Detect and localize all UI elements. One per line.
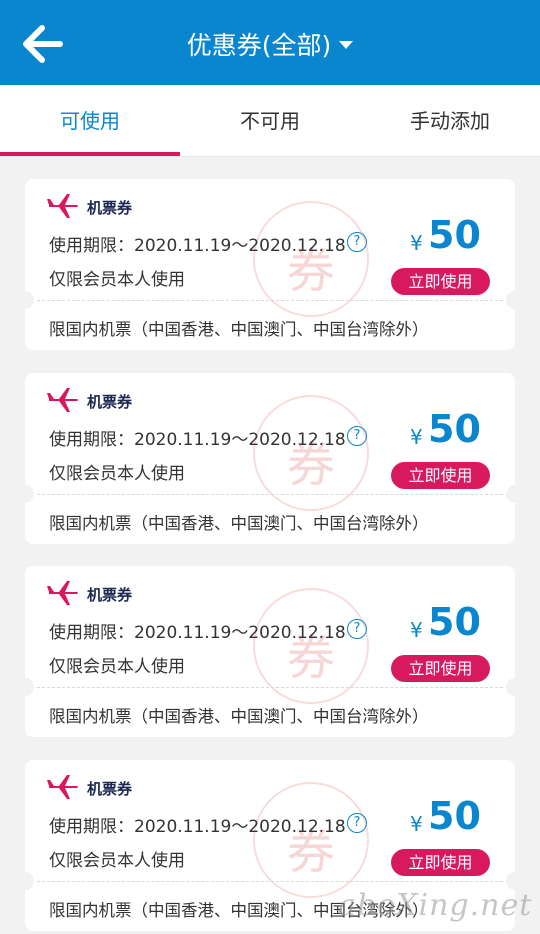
usage-restriction: 仅限会员本人使用 (49, 657, 185, 677)
usage-restriction: 仅限会员本人使用 (49, 270, 185, 290)
ticket-notch (25, 678, 34, 696)
tab-manual-add[interactable]: 手动添加 (360, 85, 540, 157)
coupon-scope: 限国内机票（中国香港、中国澳门、中国台湾除外） (49, 320, 429, 339)
page-title-dropdown[interactable]: 优惠券(全部) (0, 26, 540, 62)
tab-bar: 可使用 不可用 手动添加 (0, 85, 540, 157)
ticket-notch (25, 485, 34, 503)
use-now-button[interactable]: 立即使用 (391, 268, 490, 295)
usage-restriction: 仅限会员本人使用 (49, 464, 185, 484)
validity-period: 使用期限：2020.11.19～2020.12.18 (49, 817, 346, 837)
app-bar: 优惠券(全部) (0, 0, 540, 85)
amount-value: 50 (428, 794, 481, 838)
help-icon[interactable]: ? (347, 619, 367, 639)
validity-period: 使用期限：2020.11.19～2020.12.18 (49, 236, 346, 256)
use-now-button[interactable]: 立即使用 (391, 655, 490, 682)
use-now-button[interactable]: 立即使用 (391, 849, 490, 876)
airplane-icon (47, 581, 78, 605)
coupon-card: 券 机票券 使用期限：2020.11.19～2020.12.18 ? 仅限会员本… (25, 179, 515, 350)
tab-available[interactable]: 可使用 (0, 85, 180, 157)
validity-period: 使用期限：2020.11.19～2020.12.18 (49, 430, 346, 450)
divider (37, 300, 503, 301)
divider (37, 494, 503, 495)
ticket-notch (506, 485, 515, 503)
coupon-type: 机票券 (87, 586, 133, 604)
currency-symbol: ¥ (410, 231, 423, 255)
ticket-notch (506, 678, 515, 696)
ticket-notch (25, 872, 34, 890)
coupon-amount: ¥ 50 (410, 600, 500, 646)
coupon-card: 券 机票券 使用期限：2020.11.19～2020.12.18 ? 仅限会员本… (25, 373, 515, 544)
help-icon[interactable]: ? (347, 232, 367, 252)
amount-value: 50 (428, 407, 481, 451)
coupon-amount: ¥ 50 (410, 794, 500, 840)
coupon-scope: 限国内机票（中国香港、中国澳门、中国台湾除外） (49, 514, 429, 533)
airplane-icon (47, 775, 78, 799)
coupon-type: 机票券 (87, 199, 133, 217)
page-title: 优惠券(全部) (186, 31, 332, 60)
ticket-notch (25, 291, 34, 309)
divider (37, 687, 503, 688)
coupon-type: 机票券 (87, 780, 133, 798)
active-tab-indicator (0, 152, 180, 156)
coupon-card: 券 机票券 使用期限：2020.11.19～2020.12.18 ? 仅限会员本… (25, 566, 515, 737)
usage-restriction: 仅限会员本人使用 (49, 851, 185, 871)
currency-symbol: ¥ (410, 812, 423, 836)
amount-value: 50 (428, 600, 481, 644)
currency-symbol: ¥ (410, 618, 423, 642)
help-icon[interactable]: ? (347, 813, 367, 833)
chevron-down-icon (339, 41, 354, 49)
airplane-icon (47, 194, 78, 218)
divider (37, 881, 503, 882)
help-icon[interactable]: ? (347, 426, 367, 446)
watermark: aboXing.net (338, 888, 533, 923)
coupon-scope: 限国内机票（中国香港、中国澳门、中国台湾除外） (49, 707, 429, 726)
tab-unavailable[interactable]: 不可用 (180, 85, 360, 157)
amount-value: 50 (428, 213, 481, 257)
currency-symbol: ¥ (410, 425, 423, 449)
coupon-amount: ¥ 50 (410, 407, 500, 453)
airplane-icon (47, 388, 78, 412)
validity-period: 使用期限：2020.11.19～2020.12.18 (49, 623, 346, 643)
use-now-button[interactable]: 立即使用 (391, 462, 490, 489)
coupon-amount: ¥ 50 (410, 213, 500, 259)
coupon-type: 机票券 (87, 393, 133, 411)
ticket-notch (506, 291, 515, 309)
